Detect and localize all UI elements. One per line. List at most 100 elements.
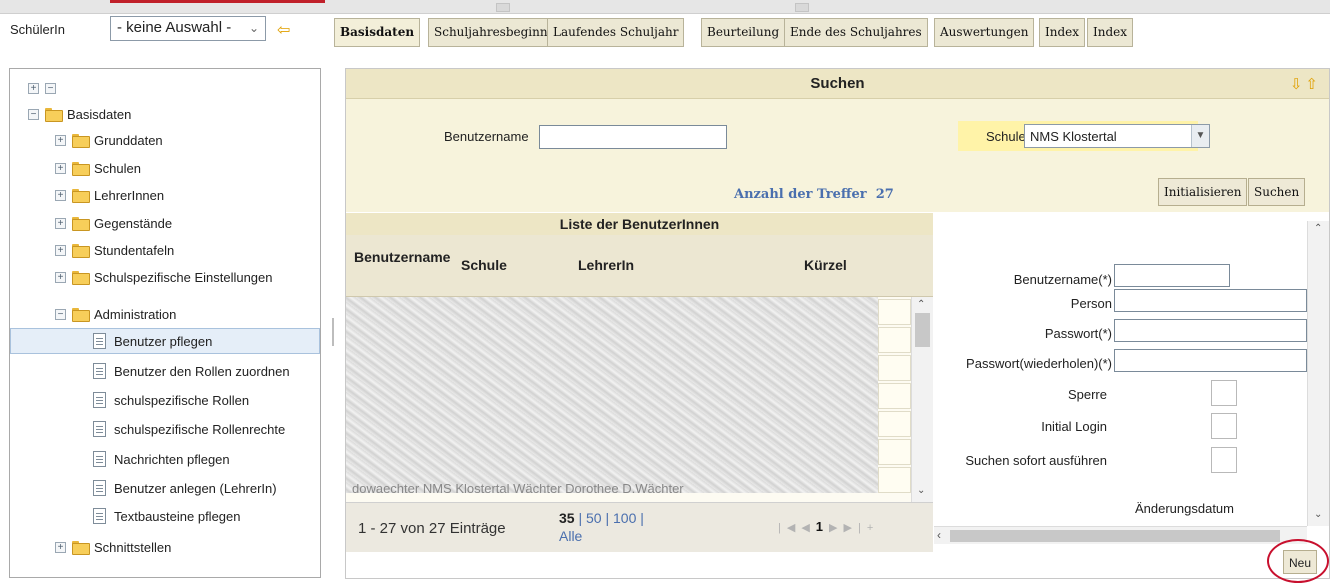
table-row[interactable] xyxy=(878,439,911,465)
page-size-35[interactable]: 35 xyxy=(559,510,575,526)
form-username-input[interactable] xyxy=(1114,264,1230,287)
tree-item-schulspezifische-rollen[interactable]: schulspezifische Rollen xyxy=(93,387,249,413)
navigation-tree: + − − Basisdaten + Grunddaten + Schulen … xyxy=(9,68,321,578)
school-select[interactable]: NMS Klostertal ▼ xyxy=(1024,124,1210,148)
student-select[interactable]: - keine Auswahl - ⌄ xyxy=(110,16,266,41)
scroll-thumb[interactable] xyxy=(915,313,930,347)
form-search-now-checkbox[interactable] xyxy=(1211,447,1237,473)
collapse-all-icon[interactable]: − xyxy=(45,82,56,94)
scroll-down-icon[interactable]: ⌄ xyxy=(917,485,925,496)
collapse-icon[interactable]: − xyxy=(55,308,66,320)
form-person-label: Person xyxy=(1070,296,1112,311)
add-icon[interactable]: + xyxy=(867,522,879,534)
school-label: Schule xyxy=(986,129,1026,144)
column-header-schule[interactable]: Schule xyxy=(461,257,507,273)
tree-item-label: Administration xyxy=(94,306,177,322)
tree-item-gegenstaende[interactable]: + Gegenstände xyxy=(55,210,172,236)
expand-icon[interactable]: + xyxy=(55,189,66,201)
list-scrollbar[interactable]: ⌃ ⌄ xyxy=(911,297,933,502)
search-title: Suchen xyxy=(346,69,1329,99)
scroll-up-icon[interactable]: ⌃ xyxy=(917,299,925,310)
top-accent-bar xyxy=(110,0,325,3)
expand-all-icon[interactable]: + xyxy=(28,82,39,94)
next-page-icon[interactable]: ▶ xyxy=(829,522,843,534)
table-row[interactable] xyxy=(878,355,911,381)
tree-item-schulspezifische-einstellungen[interactable]: + Schulspezifische Einstellungen xyxy=(55,264,273,290)
page-size-100[interactable]: 100 xyxy=(613,510,636,526)
expand-icon[interactable]: + xyxy=(55,162,66,174)
expand-icon[interactable]: + xyxy=(55,134,66,146)
partial-table-row: dowaechter NMS Klostertal Wächter Doroth… xyxy=(352,484,684,496)
scroll-down-icon[interactable]: ⌄ xyxy=(1314,509,1322,520)
initialize-button[interactable]: Initialisieren xyxy=(1158,178,1248,206)
table-row[interactable] xyxy=(878,327,911,353)
tab-index-2[interactable]: Index xyxy=(1087,18,1134,47)
tree-item-basisdaten[interactable]: − Basisdaten xyxy=(28,101,131,127)
search-button[interactable]: Suchen xyxy=(1248,178,1306,206)
tab-schuljahresbeginn[interactable]: Schuljahresbeginn xyxy=(428,18,554,47)
tree-item-benutzer-anlegen[interactable]: Benutzer anlegen (LehrerIn) xyxy=(93,475,277,501)
scroll-thumb[interactable] xyxy=(950,530,1280,542)
document-icon xyxy=(93,333,106,349)
sort-arrows-icon[interactable]: ⇩⇧ xyxy=(1290,75,1321,93)
table-row[interactable] xyxy=(878,411,911,437)
tree-item-lehrerinnen[interactable]: + LehrerInnen xyxy=(55,182,164,208)
form-initial-login-checkbox[interactable] xyxy=(1211,413,1237,439)
expand-icon[interactable]: + xyxy=(55,541,66,553)
scroll-up-icon[interactable]: ⌃ xyxy=(1314,223,1322,234)
first-page-icon[interactable]: |◀ xyxy=(778,522,801,534)
tab-beurteilung[interactable]: Beurteilung xyxy=(701,18,786,47)
tab-auswertungen[interactable]: Auswertungen xyxy=(934,18,1035,47)
tab-index[interactable]: Index xyxy=(1039,18,1086,47)
page-size-50[interactable]: 50 xyxy=(586,510,602,526)
form-lock-checkbox[interactable] xyxy=(1211,380,1237,406)
form-horizontal-scrollbar[interactable]: ‹ xyxy=(934,526,1307,544)
table-row[interactable] xyxy=(878,299,911,325)
column-header-kuerzel[interactable]: Kürzel xyxy=(804,257,847,273)
last-page-icon[interactable]: ▶| xyxy=(844,522,867,534)
expand-icon[interactable]: + xyxy=(55,244,66,256)
form-person-input[interactable] xyxy=(1114,289,1307,312)
tree-item-benutzer-rollen-zuordnen[interactable]: Benutzer den Rollen zuordnen xyxy=(93,358,290,384)
form-password-input[interactable] xyxy=(1114,319,1307,342)
tree-item-textbausteine-pflegen[interactable]: Textbausteine pflegen xyxy=(93,503,240,529)
table-row[interactable] xyxy=(878,383,911,409)
list-header: Benutzername Schule LehrerIn Kürzel xyxy=(346,235,933,297)
tree-item-stundentafeln[interactable]: + Stundentafeln xyxy=(55,237,174,263)
page-size-all[interactable]: Alle xyxy=(559,528,582,544)
tree-item-administration[interactable]: − Administration xyxy=(55,301,176,327)
document-icon xyxy=(93,363,106,379)
tree-item-label: Benutzer den Rollen zuordnen xyxy=(114,363,290,379)
expand-icon[interactable]: + xyxy=(55,217,66,229)
tab-basisdaten[interactable]: Basisdaten xyxy=(334,18,421,47)
highlight-circle xyxy=(1267,539,1329,583)
tree-item-schulen[interactable]: + Schulen xyxy=(55,155,141,181)
arrow-left-icon[interactable]: ⇦ xyxy=(277,20,290,40)
tree-item-schnittstellen[interactable]: + Schnittstellen xyxy=(55,534,171,560)
tree-item-label: Schulspezifische Einstellungen xyxy=(94,269,273,285)
column-header-benutzername[interactable]: Benutzername xyxy=(354,249,454,266)
tree-toolbar: + − xyxy=(28,75,62,101)
form-password-label: Passwort(*) xyxy=(1044,326,1112,341)
prev-page-icon[interactable]: ◀ xyxy=(801,522,815,534)
search-username-input[interactable] xyxy=(539,125,727,149)
tab-laufendes-schuljahr[interactable]: Laufendes Schuljahr xyxy=(547,18,685,47)
panel-resize-handle[interactable] xyxy=(332,318,334,346)
column-header-lehrerin[interactable]: LehrerIn xyxy=(578,257,634,273)
document-icon xyxy=(93,480,106,496)
hit-count: Anzahl der Treffer 27 xyxy=(734,187,894,202)
document-icon xyxy=(93,451,106,467)
folder-icon xyxy=(72,217,90,231)
form-password-repeat-input[interactable] xyxy=(1114,349,1307,372)
tab-ende-des-schuljahres[interactable]: Ende des Schuljahres xyxy=(784,18,928,47)
folder-icon xyxy=(72,541,90,555)
tree-item-schulspezifische-rollenrechte[interactable]: schulspezifische Rollenrechte xyxy=(93,416,285,442)
table-row[interactable] xyxy=(878,467,911,493)
scroll-left-icon[interactable]: ‹ xyxy=(937,528,941,542)
form-scrollbar[interactable]: ⌃ ⌄ xyxy=(1307,221,1329,526)
tree-item-nachrichten-pflegen[interactable]: Nachrichten pflegen xyxy=(93,446,230,472)
expand-icon[interactable]: + xyxy=(55,271,66,283)
collapse-icon[interactable]: − xyxy=(28,108,39,120)
tree-item-benutzer-pflegen[interactable]: Benutzer pflegen xyxy=(10,328,320,354)
tree-item-grunddaten[interactable]: + Grunddaten xyxy=(55,127,163,153)
